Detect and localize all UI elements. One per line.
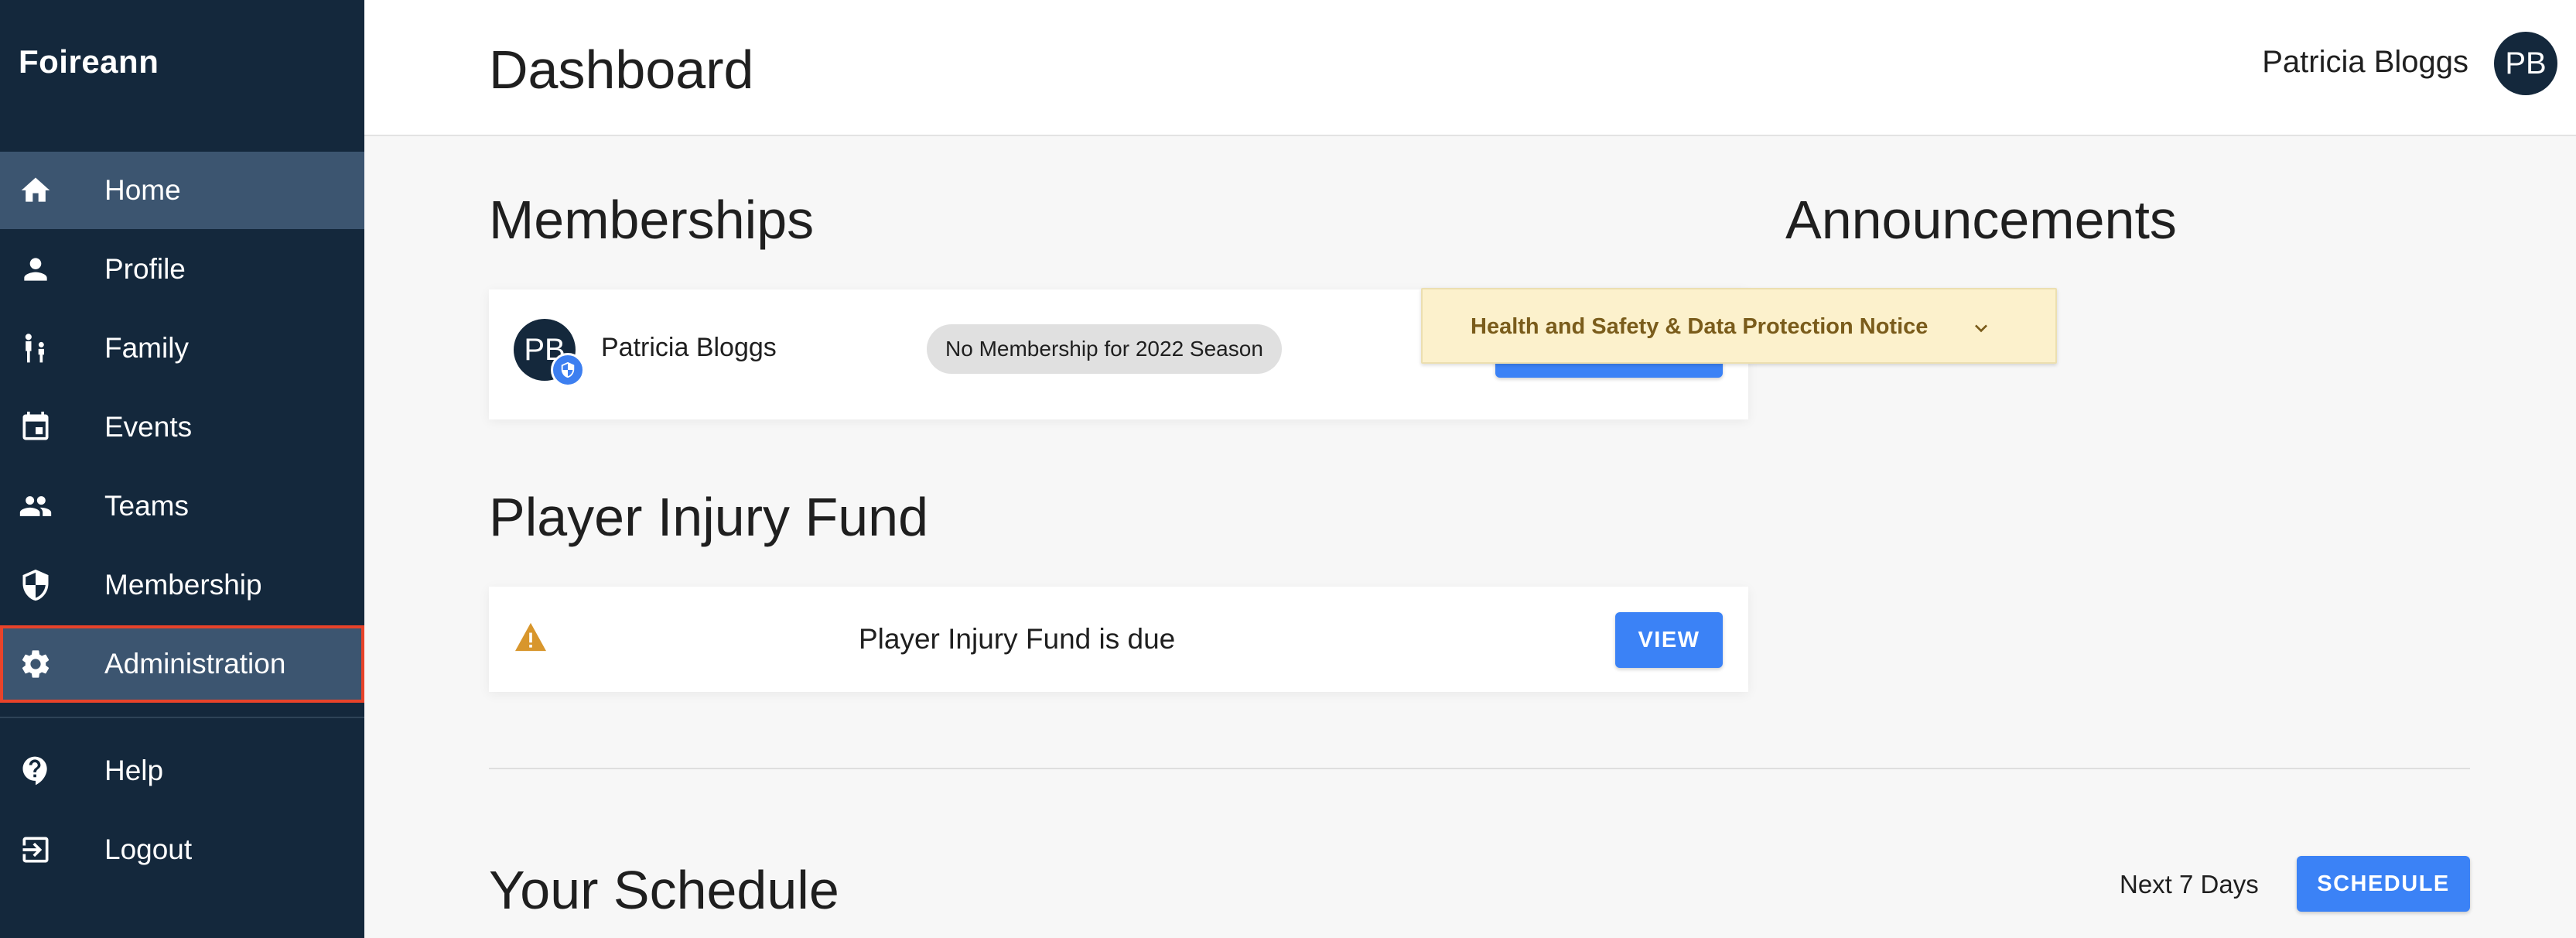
person-icon [19, 252, 53, 286]
logout-icon [19, 833, 53, 867]
announcements-title: Announcements [1785, 190, 2177, 250]
shield-badge-icon [551, 353, 585, 387]
calendar-icon [19, 410, 53, 444]
brand-logo-text: Foireann [19, 43, 159, 80]
top-header: Dashboard Patricia Bloggs PB [364, 0, 2576, 136]
sidebar: Foireann Home Profile Family Events Team… [0, 0, 364, 938]
sidebar-item-label: Membership [104, 569, 262, 601]
help-icon [19, 754, 53, 788]
sidebar-item-logout[interactable]: Logout [0, 811, 364, 888]
sidebar-item-label: Home [104, 174, 181, 206]
sidebar-item-label: Help [104, 755, 164, 786]
injury-fund-title: Player Injury Fund [489, 487, 929, 547]
section-divider [489, 768, 2470, 769]
main-content: Memberships PB Patricia Bloggs No Member… [364, 138, 2576, 938]
memberships-title: Memberships [489, 190, 815, 250]
schedule-button[interactable]: SCHEDULE [2297, 856, 2470, 912]
warning-icon [515, 622, 546, 652]
user-name: Patricia Bloggs [2262, 45, 2468, 79]
family-icon [19, 331, 53, 365]
people-icon [19, 489, 53, 523]
announcement-title: Health and Safety & Data Protection Noti… [1471, 314, 1929, 339]
home-icon [19, 173, 53, 207]
sidebar-item-label: Logout [104, 834, 193, 865]
chevron-down-icon [1975, 324, 1987, 333]
membership-status-chip: No Membership for 2022 Season [927, 324, 1282, 374]
sidebar-item-membership[interactable]: Membership [0, 546, 364, 624]
schedule-title: Your Schedule [489, 860, 839, 920]
sidebar-item-family[interactable]: Family [0, 310, 364, 387]
gear-icon [19, 647, 53, 681]
view-button[interactable]: VIEW [1615, 612, 1723, 668]
page-title: Dashboard [489, 39, 754, 100]
sidebar-item-administration[interactable]: Administration [0, 625, 364, 703]
sidebar-item-teams[interactable]: Teams [0, 467, 364, 545]
sidebar-item-label: Profile [104, 253, 186, 285]
injury-fund-message: Player Injury Fund is due [859, 623, 1176, 655]
sidebar-item-label: Events [104, 411, 193, 443]
sidebar-item-label: Family [104, 332, 189, 364]
schedule-range-label[interactable]: Next 7 Days [2120, 870, 2259, 899]
announcement-item[interactable]: Health and Safety & Data Protection Noti… [1421, 288, 2057, 364]
user-avatar[interactable]: PB [2494, 32, 2557, 95]
sidebar-item-label: Teams [104, 490, 189, 522]
sidebar-item-profile[interactable]: Profile [0, 231, 364, 308]
sidebar-item-label: Administration [104, 648, 286, 680]
shield-icon [19, 568, 53, 602]
sidebar-divider [0, 717, 364, 718]
sidebar-item-home[interactable]: Home [0, 152, 364, 229]
sidebar-item-events[interactable]: Events [0, 389, 364, 466]
injury-fund-card: Player Injury Fund is due VIEW [489, 587, 1748, 692]
sidebar-item-help[interactable]: Help [0, 732, 364, 810]
member-name: Patricia Bloggs [601, 333, 777, 362]
